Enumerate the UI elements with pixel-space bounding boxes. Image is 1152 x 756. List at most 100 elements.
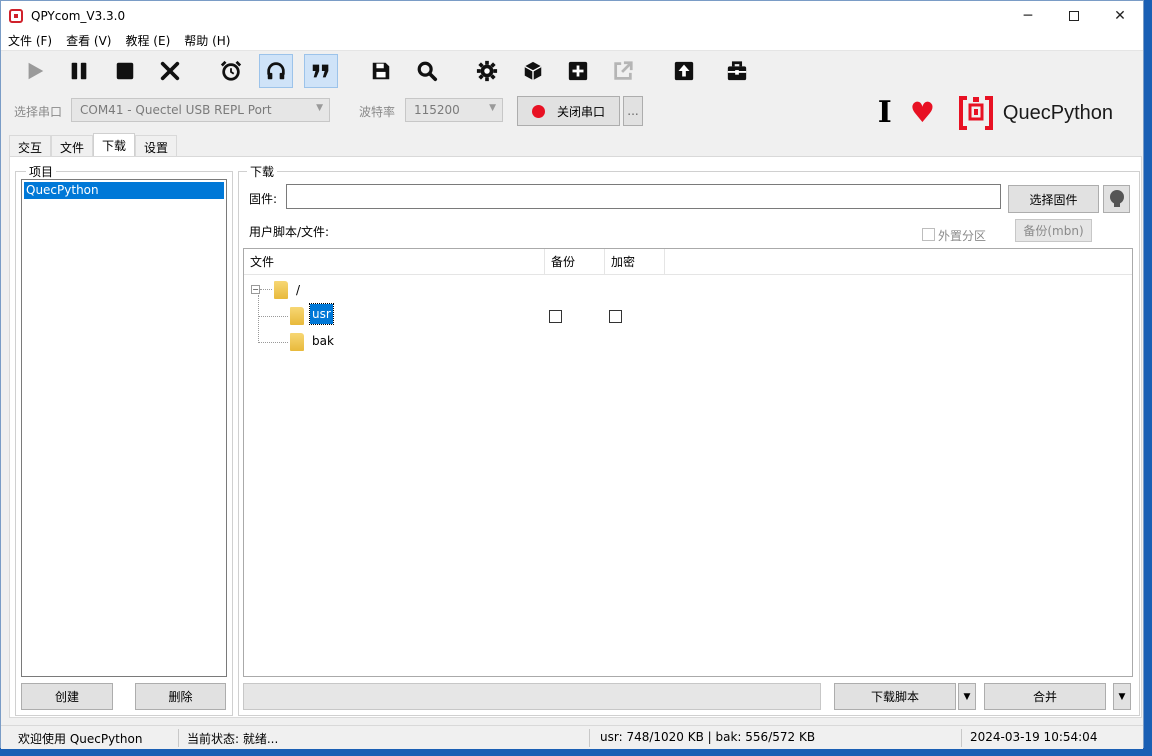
- stop-button[interactable]: [108, 54, 142, 88]
- create-project-button[interactable]: 创建: [21, 683, 113, 710]
- menu-help[interactable]: 帮助 (H): [177, 32, 237, 49]
- minimize-icon: ─: [1023, 8, 1033, 24]
- tree-connector: [258, 342, 288, 343]
- quote-button[interactable]: [304, 54, 338, 88]
- search-icon: [417, 61, 438, 82]
- download-group-title: 下载: [247, 163, 278, 180]
- external-partition-label: 外置分区: [938, 229, 987, 243]
- status-divider: [961, 729, 962, 747]
- select-firmware-button[interactable]: 选择固件: [1008, 185, 1099, 213]
- baud-label: 波特率: [359, 105, 396, 119]
- toolbox-button[interactable]: [720, 54, 754, 88]
- backup-mbn-label: 备份(mbn): [1023, 224, 1084, 238]
- usr-encrypt-checkbox[interactable]: [609, 310, 622, 323]
- status-storage-usage: usr: 748/1020 KB | bak: 556/572 KB: [600, 730, 816, 744]
- status-bar: 欢迎使用 QuecPython 当前状态: 就绪... usr: 748/102…: [1, 725, 1143, 749]
- progress-bar: [243, 683, 821, 710]
- gear-icon: [476, 60, 498, 82]
- clear-button[interactable]: [153, 54, 187, 88]
- tab-interact[interactable]: 交互: [9, 135, 52, 157]
- port-more-label: ...: [627, 104, 639, 118]
- minimize-button[interactable]: ─: [1005, 1, 1051, 31]
- run-button[interactable]: [18, 54, 52, 88]
- status-state: 当前状态: 就绪...: [187, 732, 279, 746]
- menu-file[interactable]: 文件 (F): [1, 32, 59, 49]
- tree-node-bak[interactable]: bak: [312, 334, 334, 348]
- menu-bar: 文件 (F) 查看 (V) 教程 (E) 帮助 (H): [1, 31, 1143, 51]
- usr-backup-checkbox[interactable]: [549, 310, 562, 323]
- chevron-down-icon: ▼: [963, 691, 971, 702]
- pause-icon: [71, 62, 87, 80]
- settings-button[interactable]: [470, 54, 504, 88]
- list-item[interactable]: QuecPython: [24, 182, 224, 199]
- timer-button[interactable]: [214, 54, 248, 88]
- window-controls: ─ ✕: [1005, 1, 1143, 31]
- merge-options-dropdown[interactable]: ▼: [1113, 683, 1131, 710]
- download-script-button[interactable]: 下载脚本: [834, 683, 956, 710]
- port-more-button[interactable]: ...: [623, 96, 643, 126]
- tree-node-root[interactable]: /: [296, 283, 300, 297]
- search-button[interactable]: [410, 54, 444, 88]
- alarm-clock-icon: [220, 60, 242, 81]
- menu-view[interactable]: 查看 (V): [59, 32, 118, 49]
- merge-button[interactable]: 合并: [984, 683, 1106, 710]
- chevron-down-icon: ▼: [1118, 691, 1126, 702]
- cube-icon: [524, 61, 542, 81]
- create-label: 创建: [54, 690, 79, 704]
- close-port-button[interactable]: 关闭串口: [517, 96, 620, 126]
- quote-icon: [312, 64, 329, 78]
- column-encrypt[interactable]: 加密: [605, 249, 665, 275]
- baud-select[interactable]: 115200 ▼: [405, 98, 503, 122]
- add-button[interactable]: [561, 54, 595, 88]
- tab-download[interactable]: 下载: [93, 133, 136, 157]
- port-select[interactable]: COM41 - Quectel USB REPL Port ▼: [71, 98, 330, 122]
- export-button[interactable]: [606, 54, 640, 88]
- baud-select-value: 115200: [414, 103, 460, 117]
- port-label: 选择串口: [14, 105, 63, 119]
- backup-mbn-button[interactable]: 备份(mbn): [1015, 219, 1092, 242]
- save-button[interactable]: [364, 54, 398, 88]
- lightbulb-icon: [1109, 190, 1124, 207]
- collapse-toggle-icon[interactable]: −: [251, 285, 260, 294]
- hint-button[interactable]: [1103, 185, 1130, 213]
- close-window-button[interactable]: ✕: [1097, 1, 1143, 31]
- project-list[interactable]: QuecPython: [21, 179, 227, 677]
- main-tabs: 交互 文件 下载 设置: [9, 133, 178, 157]
- folder-icon: [290, 333, 304, 351]
- column-backup[interactable]: 备份: [545, 249, 605, 275]
- record-dot-icon: [531, 104, 545, 118]
- close-port-label: 关闭串口: [556, 104, 605, 119]
- heart-icon: ♥: [909, 96, 935, 129]
- file-tree: 文件 备份 加密 − / usr bak: [243, 248, 1133, 677]
- maximize-icon: [1069, 11, 1079, 21]
- brand-area: I ♥ QuecPython: [878, 93, 1113, 133]
- pause-button[interactable]: [62, 54, 96, 88]
- firmware-path-input[interactable]: [286, 184, 1001, 209]
- external-partition-checkbox[interactable]: [922, 228, 935, 241]
- tab-files[interactable]: 文件: [51, 135, 94, 157]
- status-welcome: 欢迎使用 QuecPython: [18, 732, 143, 746]
- close-icon: ✕: [1114, 8, 1126, 24]
- window-title: QPYcom_V3.3.0: [31, 9, 126, 23]
- toolbox-icon: [727, 61, 747, 81]
- maximize-button[interactable]: [1051, 1, 1097, 31]
- folder-icon: [290, 307, 304, 325]
- repl-button[interactable]: [259, 54, 293, 88]
- download-options-dropdown[interactable]: ▼: [958, 683, 976, 710]
- chevron-down-icon: ▼: [316, 103, 323, 113]
- tree-connector: [258, 295, 259, 343]
- quecpython-logo-icon: [958, 96, 993, 130]
- menu-tutorial[interactable]: 教程 (E): [118, 32, 177, 49]
- external-link-icon: [614, 61, 633, 80]
- package-button[interactable]: [516, 54, 550, 88]
- tree-node-usr[interactable]: usr: [309, 303, 334, 325]
- tab-settings[interactable]: 设置: [135, 135, 178, 157]
- column-file[interactable]: 文件: [244, 249, 545, 275]
- folder-icon: [274, 281, 288, 299]
- brand-name: QuecPython: [1002, 101, 1113, 124]
- plus-box-icon: [568, 61, 588, 81]
- upload-button[interactable]: [667, 54, 701, 88]
- status-divider: [178, 729, 179, 747]
- delete-project-button[interactable]: 删除: [135, 683, 226, 710]
- download-script-label: 下载脚本: [870, 690, 919, 704]
